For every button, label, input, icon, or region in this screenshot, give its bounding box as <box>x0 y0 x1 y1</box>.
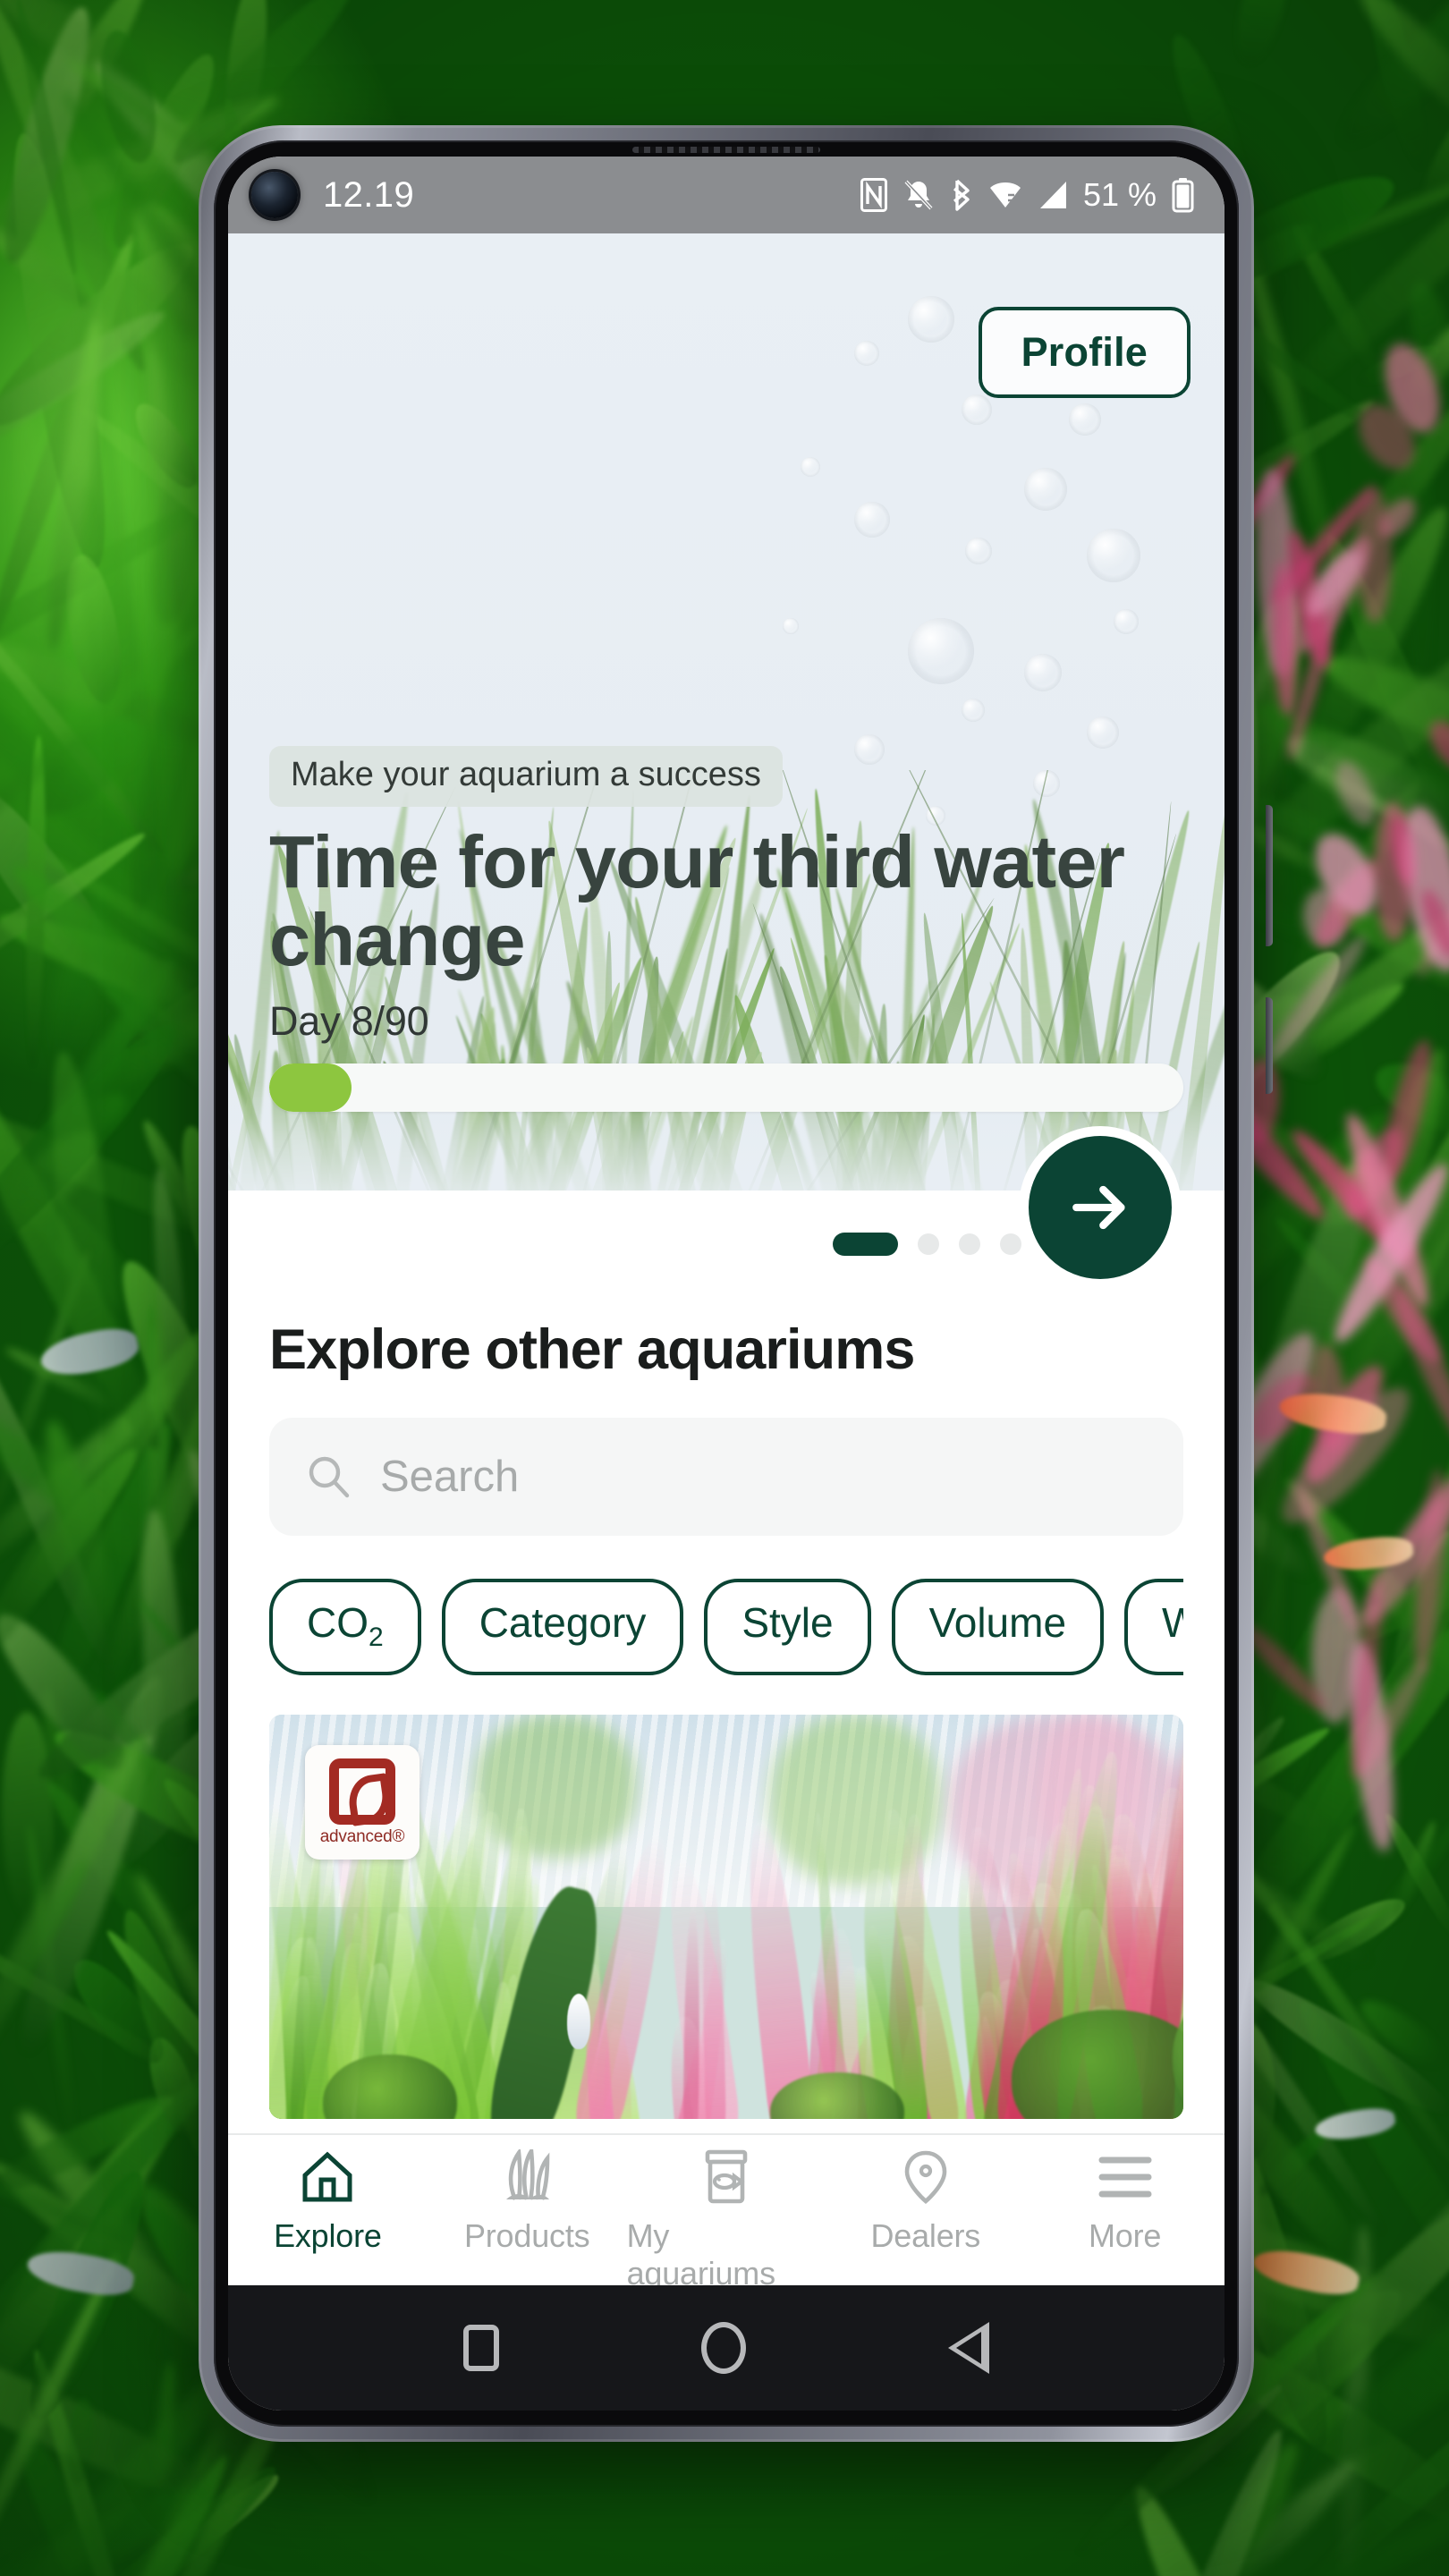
home-circle-icon <box>701 2322 746 2374</box>
dennerle-leaf-logo-icon <box>329 1758 395 1825</box>
cellular-signal-icon <box>1038 179 1068 211</box>
battery-percent-label: 51 % <box>1082 176 1157 213</box>
bubble-decoration <box>1087 716 1119 749</box>
bubble-decoration <box>965 538 992 564</box>
bubble-decoration <box>854 502 890 538</box>
search-icon <box>309 1456 350 1498</box>
bubble-decoration <box>962 699 985 722</box>
hero-badge: Make your aquarium a success <box>269 746 783 808</box>
carousel-controls <box>228 1126 1224 1298</box>
bluetooth-icon <box>950 178 973 212</box>
nav-item-label: Products <box>463 2217 590 2254</box>
battery-icon <box>1172 177 1194 213</box>
nav-item-dealers[interactable]: Dealers <box>826 2148 1025 2255</box>
volume-button[interactable] <box>1266 805 1273 946</box>
carousel-dot-3[interactable] <box>959 1233 980 1255</box>
nav-item-more[interactable]: More <box>1025 2148 1224 2255</box>
bubble-decoration <box>1069 403 1101 436</box>
nav-item-my-aquariums[interactable]: My aquariums <box>627 2148 826 2292</box>
nav-item-label: My aquariums <box>626 2217 775 2292</box>
hamburger-menu-icon <box>1097 2148 1153 2207</box>
app-content: Profile Make your aquarium a success Tim… <box>228 233 1224 2133</box>
android-system-nav <box>228 2285 1224 2411</box>
back-triangle-icon <box>948 2322 989 2374</box>
arrow-right-icon <box>1072 1185 1125 1230</box>
hero-title: Time for your third water change <box>269 820 1125 981</box>
carousel-dot-2[interactable] <box>918 1233 939 1255</box>
bubble-decoration <box>908 618 974 684</box>
status-bar-icons: 51 % <box>860 176 1194 214</box>
front-camera-punchhole <box>251 172 298 218</box>
next-slide-button[interactable] <box>1019 1126 1182 1289</box>
phone-screen: 12.19 51 % Profile Make your aquarium a … <box>228 157 1224 2411</box>
filter-chips-row[interactable]: CO2 Category Style Volume W <box>269 1579 1183 1679</box>
search-placeholder: Search <box>380 1453 520 1501</box>
back-button[interactable] <box>948 2322 989 2374</box>
fish-tank-icon <box>700 2148 752 2207</box>
profile-button[interactable]: Profile <box>978 307 1191 398</box>
screenshot-stage: 12.19 51 % Profile Make your aquarium a … <box>0 0 1449 2576</box>
bottom-navigation: Explore Products My aquariums Dealers More <box>228 2133 1224 2292</box>
chip-co2[interactable]: CO2 <box>269 1579 421 1676</box>
power-button[interactable] <box>1266 997 1273 1094</box>
bell-muted-icon <box>902 178 935 212</box>
chip-style[interactable]: Style <box>704 1579 871 1676</box>
location-pin-icon <box>902 2148 950 2207</box>
recents-button[interactable] <box>463 2325 499 2371</box>
explore-section-title: Explore other aquariums <box>269 1318 915 1381</box>
bubble-decoration <box>908 296 954 343</box>
bubble-decoration <box>801 457 820 477</box>
nav-item-products[interactable]: Products <box>428 2148 627 2255</box>
wifi-icon <box>988 179 1022 211</box>
bubble-decoration <box>854 341 879 366</box>
earpiece-speaker-grille <box>632 147 820 153</box>
phone-bezel: 12.19 51 % Profile Make your aquarium a … <box>214 140 1239 2427</box>
nav-item-label: Explore <box>274 2217 382 2254</box>
nav-item-label: Dealers <box>870 2217 981 2254</box>
bubble-decoration <box>783 618 799 634</box>
advanced-badge: advanced® <box>305 1745 419 1860</box>
status-bar: 12.19 51 % <box>228 157 1224 233</box>
progress-bar-track <box>269 1063 1183 1112</box>
home-icon <box>300 2148 355 2207</box>
carousel-dot-4[interactable] <box>1000 1233 1021 1255</box>
nav-item-label: More <box>1088 2217 1162 2254</box>
search-input[interactable]: Search <box>269 1418 1183 1536</box>
carousel-dot-1[interactable] <box>833 1233 898 1256</box>
chip-volume[interactable]: Volume <box>891 1579 1105 1676</box>
phone-device: 12.19 51 % Profile Make your aquarium a … <box>199 125 1273 2442</box>
recents-square-icon <box>463 2325 499 2371</box>
carousel-dots[interactable] <box>833 1233 1021 1256</box>
aquarium-card[interactable]: advanced® <box>269 1715 1183 2120</box>
chip-w-truncated[interactable]: W <box>1124 1579 1183 1676</box>
bubble-decoration <box>1024 468 1067 511</box>
bubble-decoration <box>1087 529 1140 582</box>
progress-bar-fill <box>269 1063 352 1112</box>
bubble-decoration <box>962 394 992 425</box>
bubble-decoration <box>1114 609 1139 634</box>
aquarium-fish <box>567 1994 590 2050</box>
status-bar-time: 12.19 <box>323 174 415 215</box>
explore-section: Explore other aquariums Search CO2 Catego… <box>228 1298 1224 1680</box>
chip-category[interactable]: Category <box>441 1579 684 1676</box>
advanced-badge-label: advanced® <box>319 1826 405 1846</box>
plant-icon <box>497 2148 556 2207</box>
nav-item-explore[interactable]: Explore <box>228 2148 428 2255</box>
bubble-decoration <box>1024 654 1062 691</box>
nfc-icon <box>860 178 887 212</box>
hero-card[interactable]: Profile Make your aquarium a success Tim… <box>228 233 1224 1191</box>
hero-day-counter: Day 8/90 <box>269 998 429 1044</box>
hero-text-block: Make your aquarium a success Time for yo… <box>269 746 1183 1112</box>
home-button[interactable] <box>701 2322 746 2374</box>
